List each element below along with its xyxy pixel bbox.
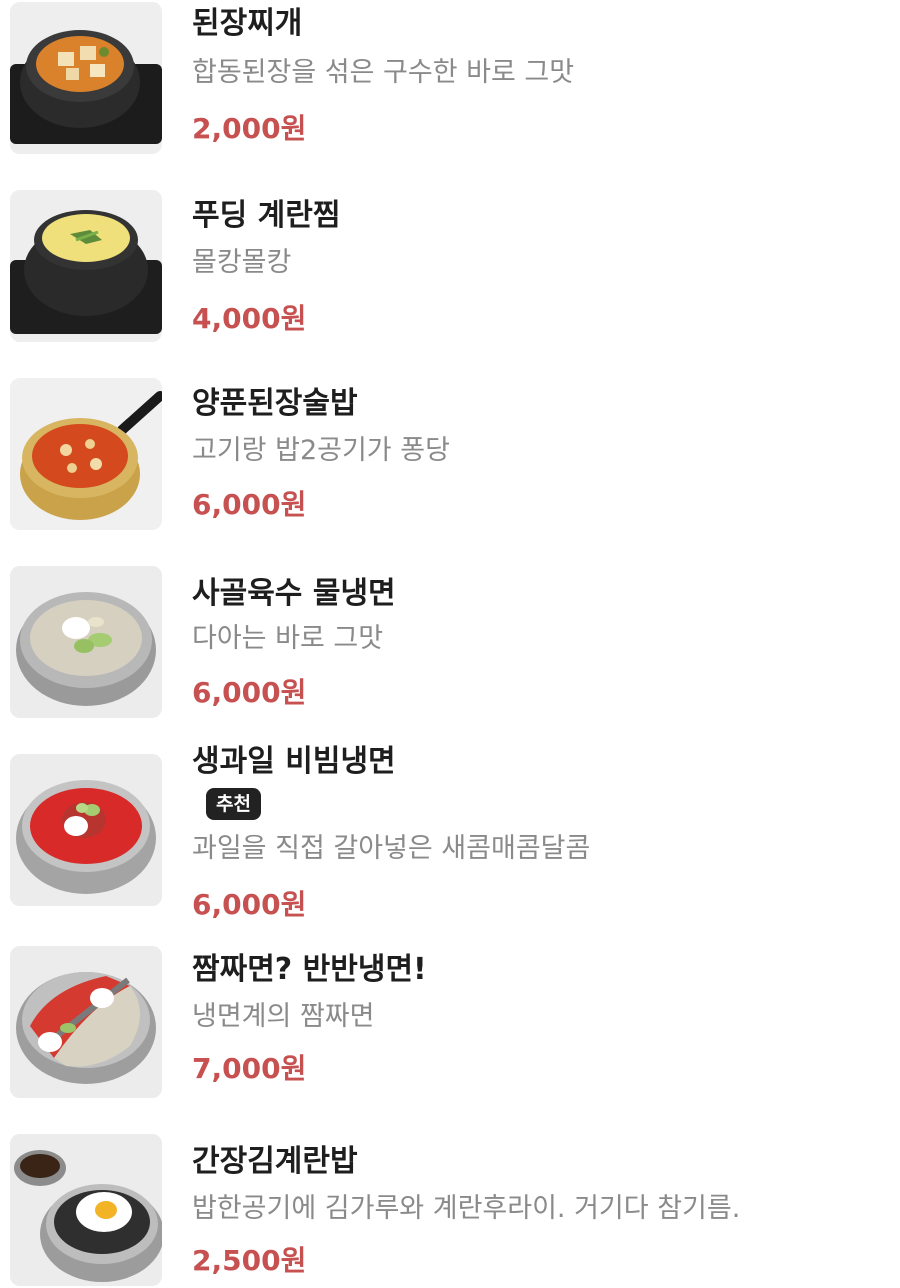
menu-item-name: 간장김계란밥 xyxy=(192,1144,358,1179)
menu-item-doenjang-sulbap[interactable]: 양푼된장술밥 고기랑 밥2공기가 퐁당 6,000원 xyxy=(0,376,900,536)
menu-item-name: 양푼된장술밥 xyxy=(192,386,358,421)
soy-egg-rice-image xyxy=(10,1134,162,1286)
bibim-naengmyeon-image xyxy=(10,754,162,906)
menu-item-price: 6,000원 xyxy=(192,888,307,921)
menu-item-soy-egg-rice[interactable]: 간장김계란밥 밥한공기에 김가루와 계란후라이. 거기다 참기름. 2,500원 xyxy=(0,1132,900,1288)
menu-item-price: 4,000원 xyxy=(192,302,307,335)
menu-item-doenjang-jjigae[interactable]: 된장찌개 합동된장을 섞은 구수한 바로 그맛 2,000원 xyxy=(0,0,900,160)
menu-item-price: 2,500원 xyxy=(192,1244,307,1277)
menu-item-description: 합동된장을 섞은 구수한 바로 그맛 xyxy=(192,57,575,88)
steamed-egg-image xyxy=(10,190,162,342)
recommend-badge: 추천 xyxy=(206,788,261,820)
menu-item-description: 다아는 바로 그맛 xyxy=(192,623,384,654)
menu-item-description: 과일을 직접 갈아넣은 새콤매콤달콤 xyxy=(192,833,591,864)
menu-item-mul-naengmyeon[interactable]: 사골육수 물냉면 다아는 바로 그맛 6,000원 xyxy=(0,564,900,724)
menu-item-steamed-egg[interactable]: 푸딩 계란찜 몰캉몰캉 4,000원 xyxy=(0,188,900,348)
menu-item-name: 짬짜면? 반반냉면! xyxy=(192,952,427,987)
menu-item-price: 6,000원 xyxy=(192,488,307,521)
menu-item-description: 몰캉몰캉 xyxy=(192,247,292,278)
menu-item-name: 사골육수 물냉면 xyxy=(192,576,396,611)
menu-item-half-half-naengmyeon[interactable]: 짬짜면? 반반냉면! 냉면계의 짬짜면 7,000원 xyxy=(0,946,900,1106)
menu-item-name: 생과일 비빔냉면 xyxy=(192,744,396,779)
menu-item-description: 밥한공기에 김가루와 계란후라이. 거기다 참기름. xyxy=(192,1193,741,1224)
menu-item-name: 푸딩 계란찜 xyxy=(192,198,341,233)
menu-item-bibim-naengmyeon[interactable]: 생과일 비빔냉면 추천 과일을 직접 갈아넣은 새콤매콤달콤 6,000원 xyxy=(0,744,900,934)
menu-item-description: 냉면계의 짬짜면 xyxy=(192,1001,375,1032)
menu-item-price: 7,000원 xyxy=(192,1052,307,1085)
half-half-naengmyeon-image xyxy=(10,946,162,1098)
doenjang-sulbap-image xyxy=(10,378,162,530)
menu-item-price: 2,000원 xyxy=(192,112,307,145)
menu-item-name: 된장찌개 xyxy=(192,6,303,41)
menu-list: 된장찌개 합동된장을 섞은 구수한 바로 그맛 2,000원 푸딩 계란찜 몰캉… xyxy=(0,0,900,1288)
menu-item-price: 6,000원 xyxy=(192,676,307,709)
menu-item-description: 고기랑 밥2공기가 퐁당 xyxy=(192,435,450,466)
doenjang-jjigae-image xyxy=(10,2,162,154)
mul-naengmyeon-image xyxy=(10,566,162,718)
